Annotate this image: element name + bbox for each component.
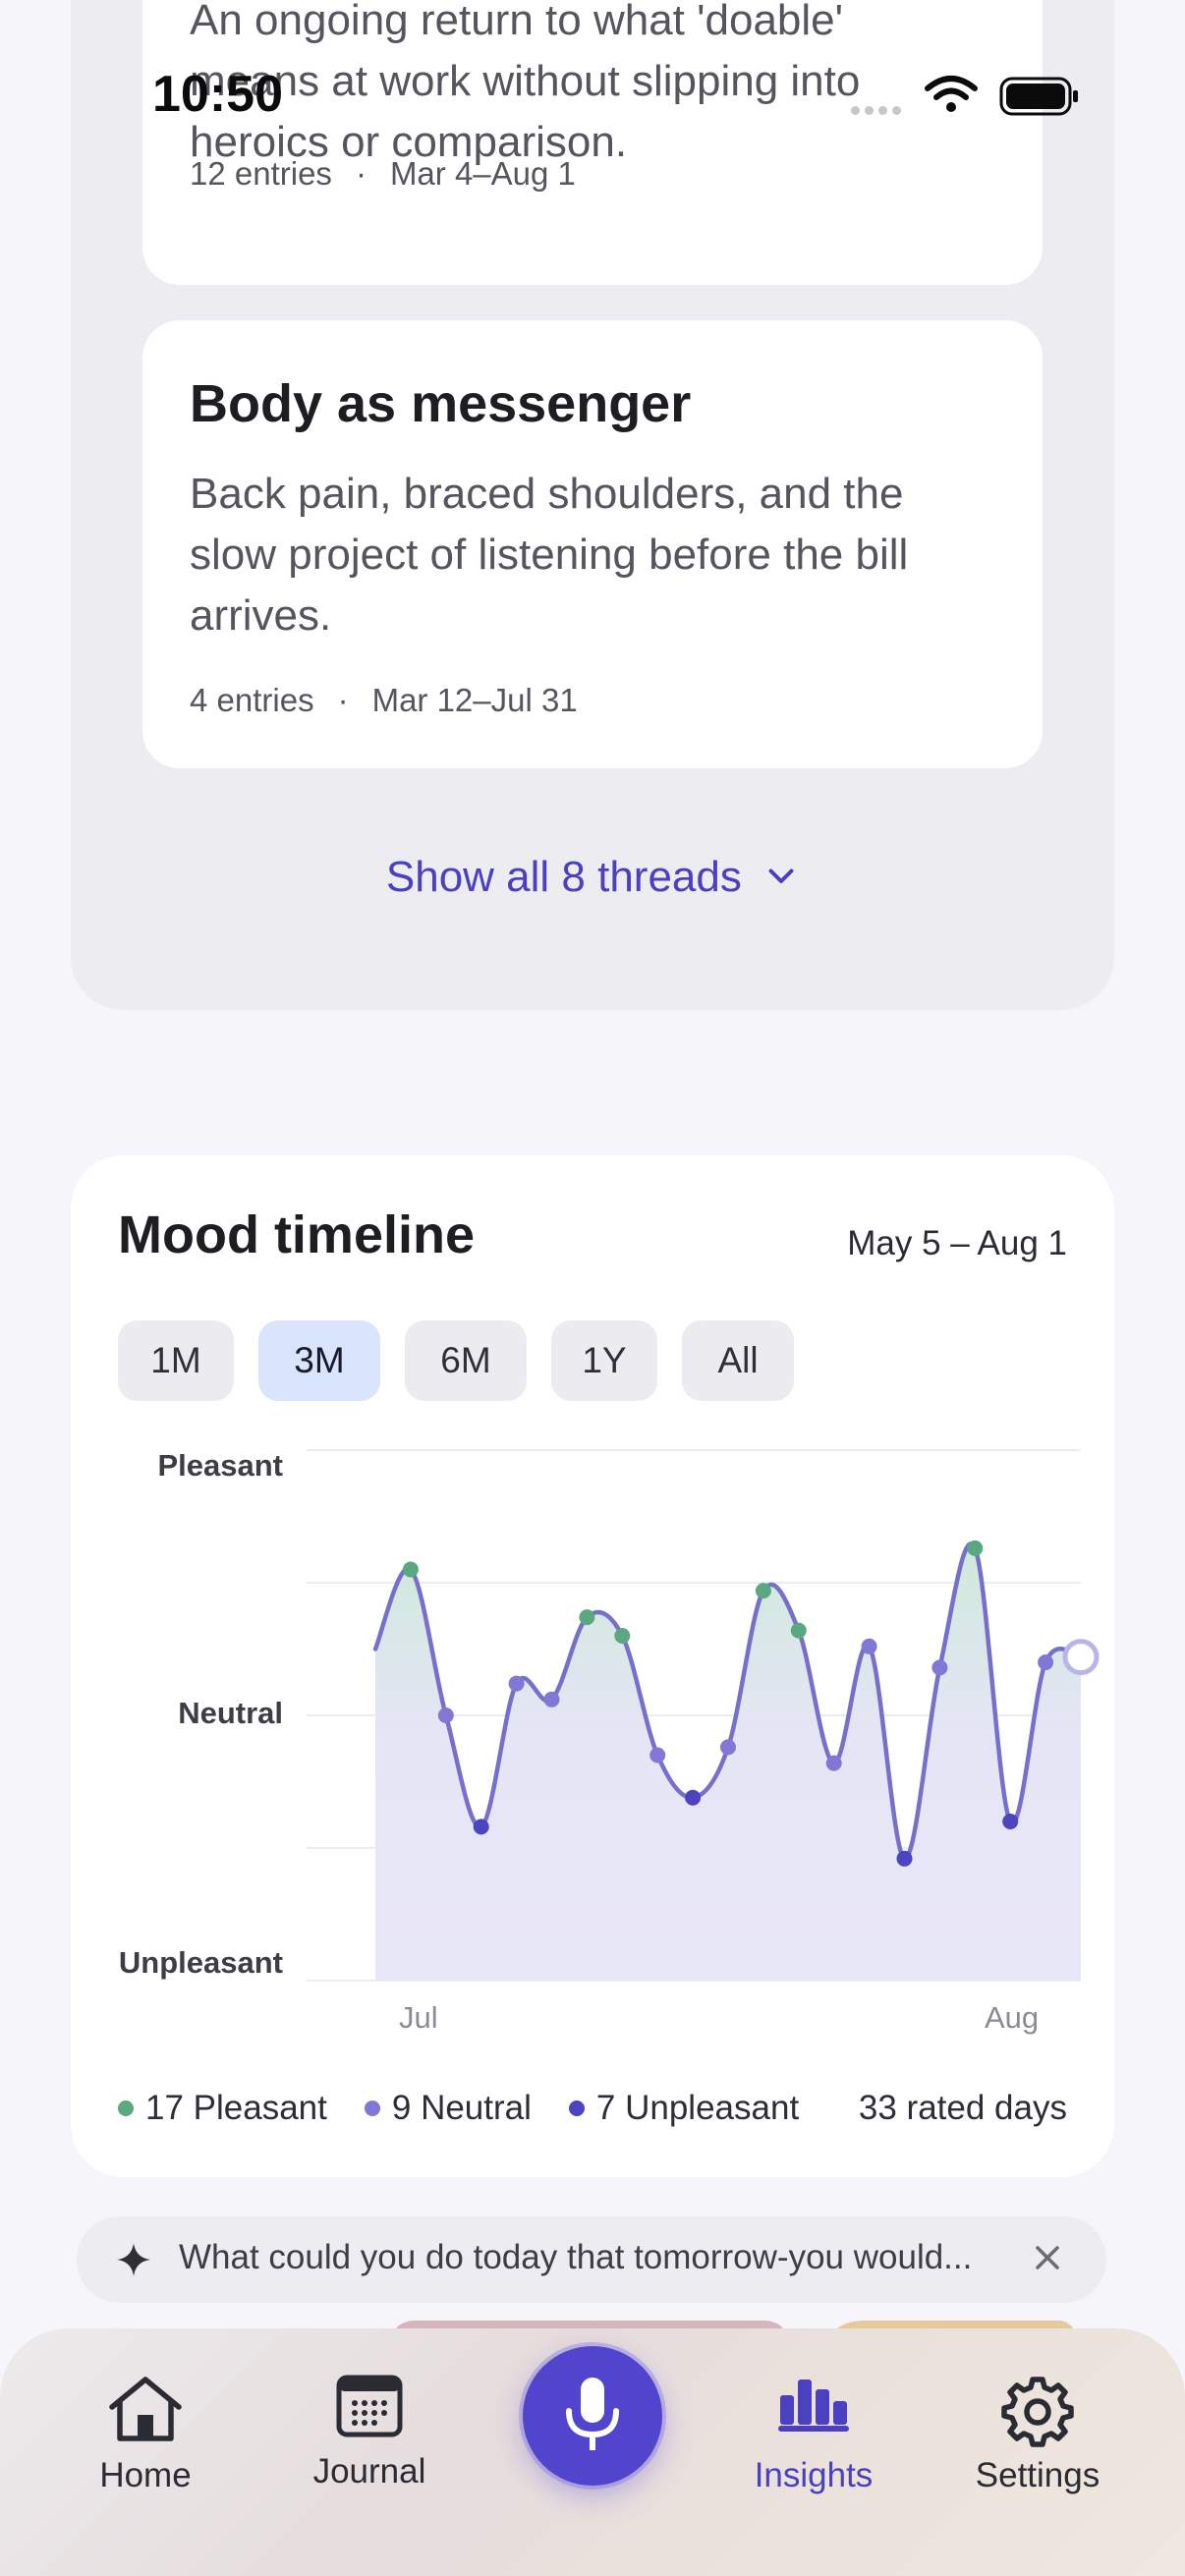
mood-point: [861, 1638, 877, 1654]
tab-label: Settings: [975, 2456, 1100, 2494]
mood-point: [755, 1583, 771, 1599]
y-tick-label: Unpleasant: [118, 1945, 283, 1980]
rated-days: 33 rated days: [858, 2089, 1067, 2127]
mood-point: [579, 1609, 595, 1626]
mood-point: [896, 1850, 913, 1867]
thread-title: Body as messenger: [190, 374, 692, 433]
mood-area: [375, 1543, 1081, 1981]
range-tab-6m[interactable]: 6M: [405, 1320, 527, 1401]
bar-chart-icon: [776, 2374, 851, 2437]
mood-point: [790, 1622, 807, 1639]
mood-point-today: [1062, 1639, 1100, 1676]
thread-dates: Mar 4–Aug 1: [389, 155, 576, 192]
tab-settings[interactable]: Settings: [939, 2328, 1136, 2576]
mood-point: [720, 1739, 736, 1756]
show-all-threads-button[interactable]: Show all 8 threads: [0, 853, 1185, 904]
mood-point: [473, 1819, 489, 1835]
range-tab-all[interactable]: All: [682, 1320, 794, 1401]
meta-separator: ·: [337, 682, 349, 718]
mood-point: [1038, 1654, 1054, 1670]
thread-card[interactable]: An ongoing return to what 'doable' means…: [142, 0, 1043, 285]
x-tick-label: Aug: [985, 2000, 1040, 2035]
mood-legend: 17 Pleasant 9 Neutral 7 Unpleasant: [118, 2089, 836, 2128]
mood-point: [931, 1659, 948, 1676]
close-icon[interactable]: [1028, 2238, 1067, 2282]
mood-point: [437, 1708, 454, 1723]
legend-label: 7 Unpleasant: [595, 2089, 800, 2127]
house-icon: [104, 2374, 187, 2449]
thread-dates: Mar 12–Jul 31: [371, 682, 578, 718]
tab-label: Insights: [754, 2456, 874, 2494]
status-time: 10:50: [152, 66, 283, 123]
mood-point: [649, 1747, 666, 1764]
legend-dot: [364, 2100, 380, 2116]
thread-meta: 4 entries · Mar 12–Jul 31: [190, 682, 578, 719]
legend-label: 9 Neutral: [391, 2089, 532, 2127]
tab-label: Journal: [312, 2452, 426, 2491]
tab-home[interactable]: Home: [47, 2328, 244, 2576]
battery-icon: [999, 77, 1080, 121]
sparkle-icon: [114, 2240, 153, 2284]
range-tab-1m[interactable]: 1M: [118, 1320, 234, 1401]
show-all-label: Show all 8 threads: [385, 853, 742, 901]
chevron-down-icon: [763, 855, 799, 904]
tab-insights[interactable]: Insights: [715, 2328, 912, 2576]
y-tick-label: Pleasant: [157, 1448, 283, 1483]
mood-point: [402, 1561, 419, 1578]
thread-entries: 12 entries: [190, 155, 332, 192]
mood-point: [825, 1755, 842, 1771]
mood-point: [508, 1675, 525, 1692]
range-selector: 1M 3M 6M 1Y All: [118, 1320, 794, 1401]
mood-point: [543, 1691, 560, 1708]
mood-point: [1002, 1814, 1019, 1829]
calendar-icon: [335, 2374, 404, 2443]
legend-item-unpleasant: 7 Unpleasant: [568, 2089, 800, 2128]
mood-chart: [307, 1449, 1100, 1982]
journal-prompt-bar[interactable]: What could you do today that tomorrow-yo…: [77, 2216, 1106, 2303]
range-tab-3m[interactable]: 3M: [258, 1320, 380, 1401]
thread-entries: 4 entries: [190, 682, 314, 718]
thread-meta: 12 entries · Mar 4–Aug 1: [190, 155, 576, 193]
legend-dot: [118, 2100, 134, 2116]
gear-icon: [1000, 2374, 1075, 2453]
thread-description: Back pain, braced shoulders, and the slo…: [190, 470, 909, 640]
tab-label: Home: [99, 2456, 192, 2494]
mood-point: [967, 1540, 984, 1556]
mood-timeline-card: Mood timeline May 5 – Aug 1 1M 3M 6M 1Y …: [71, 1155, 1114, 2177]
status-dots: [851, 102, 906, 120]
tab-journal[interactable]: Journal: [271, 2328, 468, 2576]
legend-item-neutral: 9 Neutral: [364, 2089, 532, 2128]
prompt-text: What could you do today that tomorrow-yo…: [179, 2238, 973, 2276]
range-tab-1y[interactable]: 1Y: [551, 1320, 657, 1401]
thread-description: An ongoing return to what 'doable' means…: [190, 0, 861, 166]
mood-point: [685, 1789, 702, 1806]
mood-point: [614, 1628, 631, 1644]
meta-separator: ·: [355, 155, 367, 192]
mood-date-range: May 5 – Aug 1: [847, 1224, 1067, 1262]
microphone-icon: [566, 2378, 619, 2450]
wifi-icon: [924, 75, 979, 119]
legend-item-pleasant: 17 Pleasant: [118, 2089, 327, 2128]
legend-label: 17 Pleasant: [145, 2089, 327, 2127]
thread-card-body-as-messenger[interactable]: Body as messenger Back pain, braced shou…: [142, 320, 1043, 768]
mood-timeline-title: Mood timeline: [118, 1205, 475, 1264]
record-button[interactable]: [523, 2346, 662, 2486]
legend-dot: [568, 2100, 585, 2116]
x-tick-label: Jul: [399, 2000, 438, 2035]
y-tick-label: Neutral: [178, 1696, 283, 1730]
